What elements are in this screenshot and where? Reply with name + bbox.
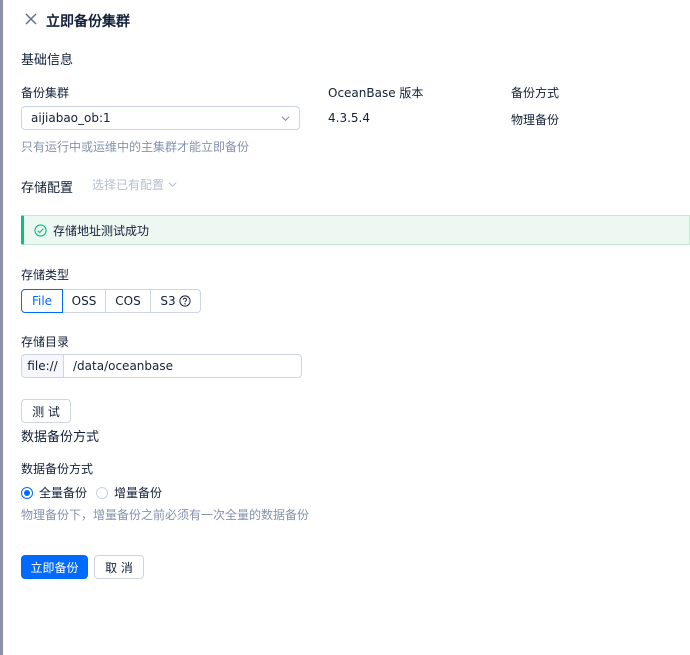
storage-dir-input[interactable]: /data/oceanbase [64,354,302,378]
section-data-backup-title: 数据备份方式 [21,430,100,445]
close-icon[interactable] [24,12,38,26]
storage-dir-label: 存储目录 [21,335,70,349]
cluster-select-value: aijiabao_ob:1 [31,111,111,125]
preset-config-label: 选择已有配置 [92,178,165,192]
storage-type-s3-label: S3 [160,294,176,308]
success-alert: 存储地址测试成功 [21,215,690,245]
radio-full-backup[interactable]: 全量备份 [21,484,87,501]
storage-type-segmented: File OSS COS S3 [21,289,201,313]
section-basic-title: 基础信息 [21,53,74,68]
alert-text: 存储地址测试成功 [53,223,150,238]
data-backup-mode-label: 数据备份方式 [21,462,94,476]
cluster-hint: 只有运行中或运维中的主集群才能立即备份 [21,140,250,154]
storage-type-s3[interactable]: S3 [150,289,201,313]
storage-type-file[interactable]: File [21,289,63,313]
radio-incremental-backup[interactable]: 增量备份 [96,484,162,501]
version-value: 4.3.5.4 [328,111,370,125]
backup-method-value: 物理备份 [511,113,560,127]
storage-dir-prefix: file:// [21,354,64,378]
chevron-down-icon [168,182,177,188]
preset-config-dropdown[interactable]: 选择已有配置 [92,176,177,193]
radio-incremental-backup-label: 增量备份 [114,486,163,500]
cluster-select[interactable]: aijiabao_ob:1 [21,106,300,130]
backup-method-label: 备份方式 [511,86,560,100]
cluster-label: 备份集群 [21,86,70,100]
chevron-down-icon [281,116,290,122]
drawer-title: 立即备份集群 [46,14,130,30]
question-circle-icon[interactable] [179,295,191,307]
storage-type-cos[interactable]: COS [105,289,151,313]
radio-full-backup-label: 全量备份 [39,486,88,500]
version-label: OceanBase 版本 [328,86,424,100]
left-edge-bar [0,0,3,655]
radio-full-backup-dot [21,486,33,499]
storage-type-oss[interactable]: OSS [62,289,106,313]
test-button[interactable]: 测 试 [21,399,71,423]
data-backup-hint: 物理备份下，增量备份之前必须有一次全量的数据备份 [21,508,310,522]
check-circle-icon [34,223,47,237]
storage-dir-input-group: file:// /data/oceanbase [21,354,302,378]
section-storage-title: 存储配置 [21,181,74,196]
radio-incremental-backup-dot [96,486,108,499]
cancel-button[interactable]: 取 消 [94,555,144,579]
storage-type-label: 存储类型 [21,268,70,282]
submit-backup-button[interactable]: 立即备份 [21,555,88,579]
